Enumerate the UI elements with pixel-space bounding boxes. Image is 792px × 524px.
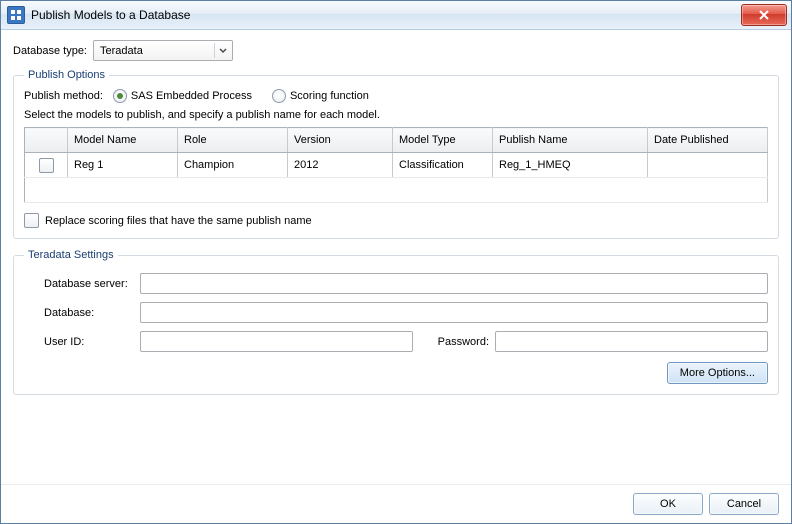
- dialog-footer: OK Cancel: [1, 484, 791, 523]
- col-version[interactable]: Version: [288, 128, 393, 153]
- close-button[interactable]: [741, 4, 787, 26]
- cell-publish-name[interactable]: Reg_1_HMEQ: [493, 153, 648, 178]
- server-input[interactable]: [140, 273, 768, 294]
- server-label: Database server:: [24, 278, 134, 290]
- cell-model-name: Reg 1: [68, 153, 178, 178]
- publish-method-label: Publish method:: [24, 90, 103, 102]
- table-header-row: Model Name Role Version Model Type Publi…: [25, 128, 768, 153]
- models-table: Model Name Role Version Model Type Publi…: [24, 127, 768, 203]
- table-row[interactable]: Reg 1 Champion 2012 Classification Reg_1…: [25, 153, 768, 178]
- db-type-label: Database type:: [13, 45, 87, 57]
- table-padding-row: [25, 178, 768, 203]
- radio-scoring-function[interactable]: Scoring function: [272, 89, 369, 103]
- cancel-button[interactable]: Cancel: [709, 493, 779, 515]
- cell-version: 2012: [288, 153, 393, 178]
- replace-label: Replace scoring files that have the same…: [45, 215, 312, 227]
- cell-date-published: [648, 153, 768, 178]
- user-label: User ID:: [24, 336, 134, 348]
- close-icon: [758, 10, 770, 20]
- radio-dot-icon: [113, 89, 127, 103]
- db-type-combo[interactable]: Teradata: [93, 40, 233, 61]
- replace-row: Replace scoring files that have the same…: [24, 213, 768, 228]
- spacer: [13, 405, 779, 476]
- publish-method-row: Publish method: SAS Embedded Process Sco…: [24, 89, 768, 103]
- radio-dot-icon: [272, 89, 286, 103]
- more-options-row: More Options...: [24, 362, 768, 384]
- db-type-value: Teradata: [100, 45, 143, 57]
- dialog-window: Publish Models to a Database Database ty…: [0, 0, 792, 524]
- publish-options-legend: Publish Options: [24, 69, 109, 81]
- password-input[interactable]: [495, 331, 768, 352]
- chevron-down-icon: [214, 43, 230, 58]
- password-label: Password:: [419, 336, 489, 348]
- database-input[interactable]: [140, 302, 768, 323]
- window-title: Publish Models to a Database: [31, 8, 190, 22]
- col-role[interactable]: Role: [178, 128, 288, 153]
- publish-options-group: Publish Options Publish method: SAS Embe…: [13, 69, 779, 239]
- radio-sas-embedded[interactable]: SAS Embedded Process: [113, 89, 252, 103]
- col-date-published[interactable]: Date Published: [648, 128, 768, 153]
- radio-scoring-label: Scoring function: [290, 90, 369, 102]
- replace-checkbox[interactable]: [24, 213, 39, 228]
- row-checkbox[interactable]: [39, 158, 54, 173]
- more-options-button[interactable]: More Options...: [667, 362, 768, 384]
- col-model-type[interactable]: Model Type: [393, 128, 493, 153]
- dialog-body: Database type: Teradata Publish Options …: [1, 30, 791, 484]
- col-model-name[interactable]: Model Name: [68, 128, 178, 153]
- publish-hint: Select the models to publish, and specif…: [24, 109, 768, 121]
- app-icon: [7, 6, 25, 24]
- teradata-settings-legend: Teradata Settings: [24, 249, 118, 261]
- col-publish-name[interactable]: Publish Name: [493, 128, 648, 153]
- title-bar: Publish Models to a Database: [1, 1, 791, 30]
- radio-sas-label: SAS Embedded Process: [131, 90, 252, 102]
- cell-model-type: Classification: [393, 153, 493, 178]
- database-label: Database:: [24, 307, 134, 319]
- col-select[interactable]: [25, 128, 68, 153]
- cell-role: Champion: [178, 153, 288, 178]
- db-type-row: Database type: Teradata: [13, 40, 779, 61]
- teradata-settings-group: Teradata Settings Database server: Datab…: [13, 249, 779, 395]
- ok-button[interactable]: OK: [633, 493, 703, 515]
- user-input[interactable]: [140, 331, 413, 352]
- settings-form: Database server: Database: User ID: Pass…: [24, 273, 768, 352]
